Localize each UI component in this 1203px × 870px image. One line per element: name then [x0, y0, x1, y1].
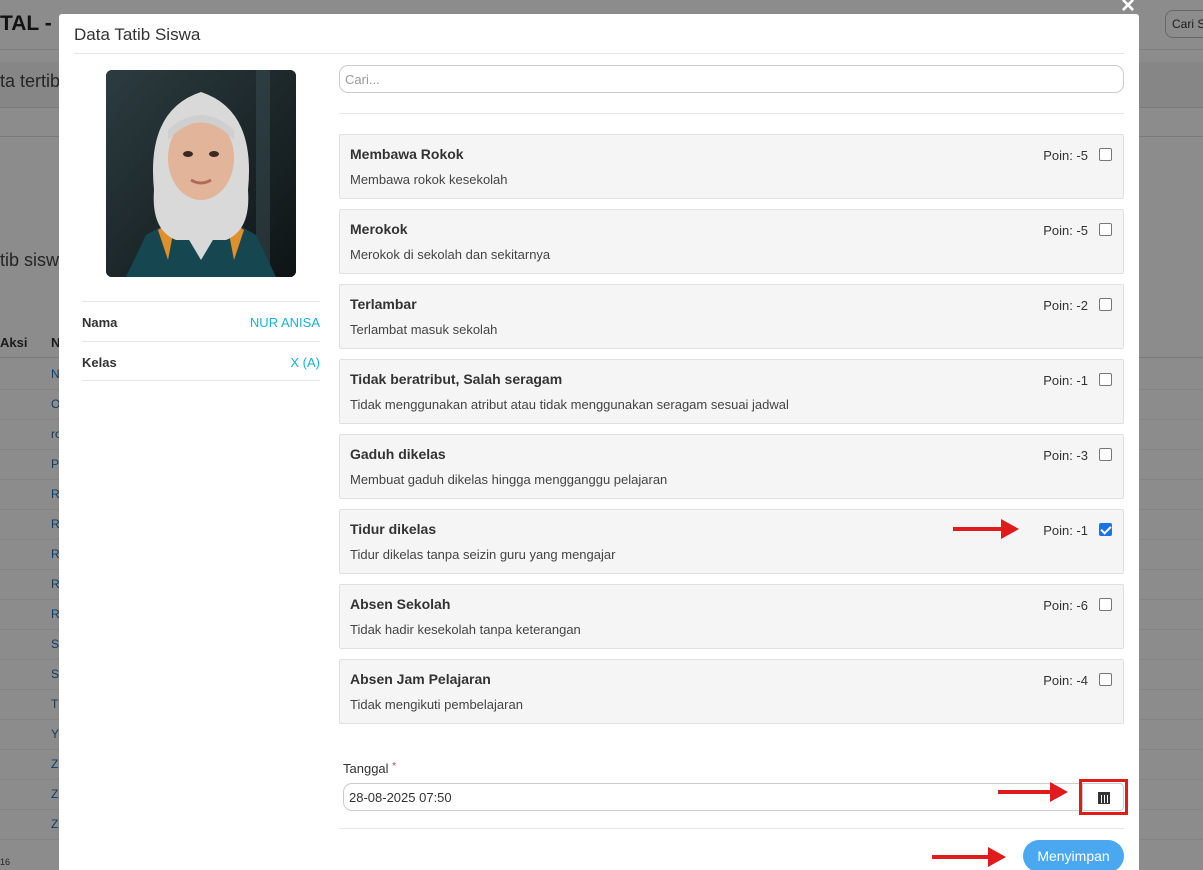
class-label: Kelas: [82, 355, 117, 370]
violation-checkbox[interactable]: [1099, 448, 1112, 461]
violation-points: Poin: -4: [1043, 673, 1088, 688]
violation-item[interactable]: Gaduh dikelas Membuat gaduh dikelas hingg…: [339, 434, 1124, 499]
violation-description: Tidak mengikuti pembelajaran: [350, 697, 523, 712]
save-button[interactable]: Menyimpan: [1023, 840, 1124, 870]
violation-title: Gaduh dikelas: [350, 446, 446, 462]
violation-item[interactable]: Terlambar Terlambat masuk sekolah Poin: -2: [339, 284, 1124, 349]
annotation-arrow: [998, 782, 1068, 802]
info-row-kelas: Kelas X (A): [82, 341, 320, 381]
violation-title: Terlambar: [350, 296, 417, 312]
violation-checkbox[interactable]: [1099, 223, 1112, 236]
violation-description: Tidur dikelas tanpa seizin guru yang men…: [350, 547, 616, 562]
modal-header: Data Tatib Siswa: [74, 14, 1124, 54]
date-label: Tanggal *: [343, 761, 396, 776]
violation-description: Tidak hadir kesekolah tanpa keterangan: [350, 622, 581, 637]
violation-checkbox[interactable]: [1099, 598, 1112, 611]
violation-checkbox[interactable]: [1099, 673, 1112, 686]
divider: [339, 828, 1124, 829]
name-value: NUR ANISA: [249, 315, 320, 330]
violation-points: Poin: -2: [1043, 298, 1088, 313]
required-marker: *: [392, 761, 397, 772]
violation-title: Merokok: [350, 221, 408, 237]
violation-description: Membuat gaduh dikelas hingga mengganggu …: [350, 472, 668, 487]
date-field[interactable]: 28-08-2025 07:50: [343, 783, 1082, 811]
student-info: Nama NUR ANISA Kelas X (A): [82, 301, 320, 381]
violation-checkbox[interactable]: [1099, 148, 1112, 161]
divider: [339, 113, 1124, 114]
name-label: Nama: [82, 315, 118, 330]
annotation-arrow: [932, 847, 1006, 867]
violation-title: Membawa Rokok: [350, 146, 464, 162]
student-photo: [106, 70, 296, 277]
violation-title: Absen Sekolah: [350, 596, 451, 612]
violation-points: Poin: -3: [1043, 448, 1088, 463]
violation-item[interactable]: Tidak beratribut, Salah seragam Tidak men…: [339, 359, 1124, 424]
violation-points: Poin: -5: [1043, 148, 1088, 163]
violation-description: Terlambat masuk sekolah: [350, 322, 498, 337]
violation-points: Poin: -6: [1043, 598, 1088, 613]
modal-title: Data Tatib Siswa: [74, 25, 201, 44]
class-value: X (A): [290, 355, 320, 370]
violation-item[interactable]: Merokok Merokok di sekolah dan sekitarnya…: [339, 209, 1124, 274]
violation-description: Tidak menggunakan atribut atau tidak men…: [350, 397, 789, 412]
annotation-arrow: [953, 519, 1019, 539]
violation-description: Merokok di sekolah dan sekitarnya: [350, 247, 551, 262]
violation-list: Membawa Rokok Membawa rokok kesekolah Poin…: [339, 134, 1124, 734]
info-row-nama: Nama NUR ANISA: [82, 301, 320, 341]
search-input[interactable]: [339, 65, 1124, 93]
violation-checkbox[interactable]: [1099, 373, 1112, 386]
violation-points: Poin: -5: [1043, 223, 1088, 238]
annotation-highlight-box: [1079, 779, 1128, 815]
tatib-modal: Data Tatib Siswa Nama NUR ANISA Kelas X …: [59, 14, 1139, 870]
violation-points: Poin: -1: [1043, 373, 1088, 388]
date-label-text: Tanggal: [343, 761, 389, 776]
violation-description: Membawa rokok kesekolah: [350, 172, 508, 187]
violation-checkbox[interactable]: [1099, 523, 1112, 536]
violation-item[interactable]: Absen Jam Pelajaran Tidak mengikuti pembe…: [339, 659, 1124, 724]
violation-title: Tidak beratribut, Salah seragam: [350, 371, 563, 387]
violation-title: Absen Jam Pelajaran: [350, 671, 491, 687]
violation-checkbox[interactable]: [1099, 298, 1112, 311]
violation-item[interactable]: Absen Sekolah Tidak hadir kesekolah tanpa…: [339, 584, 1124, 649]
violation-points: Poin: -1: [1043, 523, 1088, 538]
violation-item[interactable]: Membawa Rokok Membawa rokok kesekolah Poin…: [339, 134, 1124, 199]
violation-title: Tidur dikelas: [350, 521, 437, 537]
